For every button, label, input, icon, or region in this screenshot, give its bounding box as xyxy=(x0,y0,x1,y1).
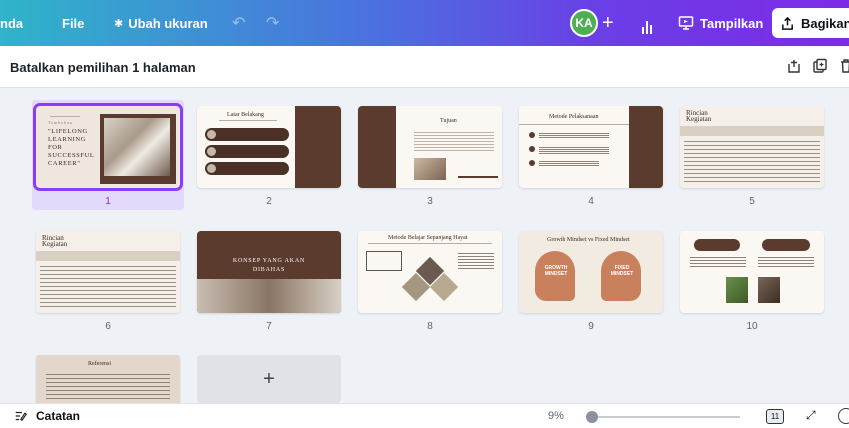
share-button[interactable]: Bagikan xyxy=(772,8,849,38)
slide-11-title: Referensi xyxy=(88,361,111,367)
page-number-8: 8 xyxy=(427,321,433,332)
file-menu[interactable]: File xyxy=(62,0,84,46)
add-page-icon[interactable] xyxy=(786,58,802,74)
zoom-level[interactable]: 9% xyxy=(548,410,564,422)
slide-5-title: Rincian Kegiatan xyxy=(686,109,712,123)
slide-8-title: Metode Belajar Sepanjang Hayat xyxy=(388,235,468,241)
page-thumbnail-10[interactable] xyxy=(680,231,824,313)
page-thumbnail-3[interactable]: Tujuan xyxy=(358,106,502,188)
deselect-pages-button[interactable]: Batalkan pemilihan 1 halaman xyxy=(10,60,196,75)
fixed-mindset-label: Fixed Mindset xyxy=(610,265,634,277)
page-number-5: 5 xyxy=(749,196,755,207)
page-thumbnail-9[interactable]: Growth Mindset vs Fixed Mindset Growth M… xyxy=(519,231,663,313)
present-button[interactable]: Tampilkan xyxy=(678,0,763,46)
present-label: Tampilkan xyxy=(700,15,764,31)
delete-icon[interactable] xyxy=(838,58,849,74)
collaborator-avatar[interactable]: KA xyxy=(570,0,598,46)
home-link[interactable]: nda xyxy=(0,0,23,46)
present-icon xyxy=(678,16,694,30)
resize-label: Ubah ukuran xyxy=(128,15,208,31)
page-number-9: 9 xyxy=(588,321,594,332)
bar-chart-icon xyxy=(636,12,658,34)
slide-4-title: Metode Pelaksanaan xyxy=(549,114,599,120)
plus-icon: + xyxy=(602,11,614,34)
fullscreen-icon[interactable]: ⤢ xyxy=(806,408,816,423)
page-thumbnail-2[interactable]: Latar Belakang xyxy=(197,106,341,188)
page-number-1: 1 xyxy=(105,196,111,207)
page-number-4: 4 xyxy=(588,196,594,207)
help-icon[interactable] xyxy=(838,408,849,424)
page-number-10: 10 xyxy=(746,321,758,332)
page-thumbnail-6[interactable]: Rincian Kegiatan xyxy=(36,231,180,313)
undo-button[interactable]: ↶ xyxy=(232,0,245,46)
page-thumbnail-7[interactable]: Konsep yang akan dibahas xyxy=(197,231,341,313)
slide-3-title: Tujuan xyxy=(440,118,457,124)
undo-icon: ↶ xyxy=(232,15,246,32)
page-number-7: 7 xyxy=(266,321,272,332)
notes-icon xyxy=(15,411,28,422)
slide-2-title: Latar Belakang xyxy=(227,112,264,118)
page-thumbnail-1[interactable]: Tambahan "Lifelong Learning for Successf… xyxy=(33,103,183,191)
grid-view-button[interactable]: 11 xyxy=(766,409,784,424)
home-label: nda xyxy=(0,15,24,31)
redo-button[interactable]: ↷ xyxy=(266,0,279,46)
zoom-slider-handle[interactable] xyxy=(586,411,598,423)
resize-button[interactable]: ✱ Ubah ukuran xyxy=(114,0,208,46)
share-label: Bagikan xyxy=(801,15,849,31)
slide-6-title: Rincian Kegiatan xyxy=(42,234,68,248)
notes-label: Catatan xyxy=(36,409,81,423)
file-label: File xyxy=(62,15,85,31)
avatar: KA xyxy=(570,9,598,37)
slide-9-title: Growth Mindset vs Fixed Mindset xyxy=(547,237,630,243)
redo-icon: ↷ xyxy=(266,15,280,32)
selection-bar: Batalkan pemilihan 1 halaman xyxy=(0,46,849,88)
insights-button[interactable] xyxy=(636,0,658,46)
page-number-6: 6 xyxy=(105,321,111,332)
plus-icon: + xyxy=(263,367,275,390)
page-thumbnail-5[interactable]: Rincian Kegiatan xyxy=(680,106,824,188)
duplicate-icon[interactable] xyxy=(812,58,828,74)
top-toolbar: nda File ✱ Ubah ukuran ↶ ↷ KA + Tampilka… xyxy=(0,0,849,46)
page-number-2: 2 xyxy=(266,196,272,207)
slide-1-header: Tambahan xyxy=(48,120,73,125)
slide-7-title: Konsep yang akan dibahas xyxy=(232,258,306,273)
page-thumbnail-4[interactable]: Metode Pelaksanaan xyxy=(519,106,663,188)
add-page-button[interactable]: + xyxy=(197,355,341,403)
page-thumbnail-11[interactable]: Referensi xyxy=(36,355,180,403)
slide-1-title: "Lifelong Learning for Successful Career… xyxy=(48,128,95,167)
growth-mindset-label: Growth Mindset xyxy=(544,265,568,277)
add-collaborator-button[interactable]: + xyxy=(602,0,614,46)
page-number-3: 3 xyxy=(427,196,433,207)
zoom-slider[interactable] xyxy=(586,411,740,423)
bottom-bar: Catatan 9% 11 ⤢ xyxy=(0,403,849,428)
notes-button[interactable]: Catatan xyxy=(14,409,80,423)
page-thumbnail-8[interactable]: Metode Belajar Sepanjang Hayat xyxy=(358,231,502,313)
sparkle-icon: ✱ xyxy=(114,17,124,30)
share-icon xyxy=(782,16,793,30)
